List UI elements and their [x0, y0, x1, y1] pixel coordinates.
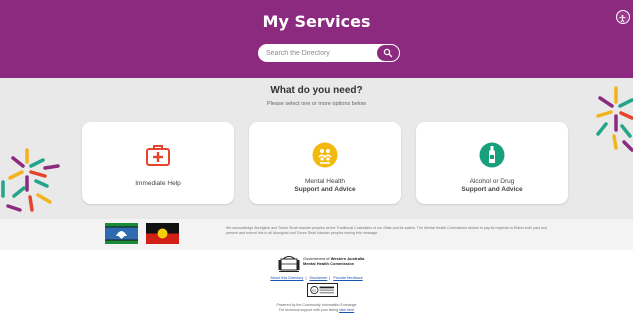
powered-line2: For technical support with your listing: [278, 307, 338, 312]
government-logo-text: Government of Western Australia Mental H…: [303, 256, 364, 266]
acknowledgement-text: We acknowledge Aboriginal and Torres Str…: [226, 226, 547, 235]
search-button[interactable]: [377, 45, 399, 61]
search-icon: [383, 48, 393, 58]
card-alcohol-or-drug[interactable]: Alcohol or Drug Support and Advice: [416, 122, 568, 204]
instruction-text: Please select one or more options below: [266, 101, 367, 107]
card-label-line1: Alcohol or Drug: [469, 178, 515, 185]
card-label: Immediate Help: [135, 180, 181, 187]
card-label: Alcohol or Drug Support and Advice: [416, 178, 568, 194]
wa-government-crest-icon: [278, 256, 300, 272]
accessibility-button[interactable]: [616, 10, 630, 24]
aboriginal-flag: [146, 223, 179, 244]
question-heading: What do you need?: [270, 85, 363, 96]
services-selector: What do you need? Please select one or m…: [0, 78, 633, 219]
torres-strait-islander-flag: [105, 223, 138, 244]
disclaimer-link[interactable]: Disclaimer: [310, 276, 328, 280]
people-support-icon: [312, 142, 338, 168]
search-input[interactable]: [266, 44, 376, 62]
svg-text:cc: cc: [312, 288, 316, 292]
card-label-line1: Mental Health: [304, 178, 346, 185]
support-link[interactable]: click here: [339, 308, 354, 312]
creative-commons-badge: cc: [307, 283, 338, 297]
gov-line2: Mental Health Commission: [303, 261, 355, 266]
decorative-sparkle-left: [1, 148, 60, 212]
powered-by-text: Powered by the Community Information Exc…: [0, 303, 633, 312]
bottle-icon: [479, 142, 505, 168]
header-banner: My Services: [0, 0, 633, 78]
card-immediate-help[interactable]: Immediate Help: [82, 122, 234, 204]
acknowledgement-band: We acknowledge Aboriginal and Torres Str…: [0, 219, 633, 250]
card-label-line2: Support and Advice: [294, 186, 356, 193]
feedback-link[interactable]: Provide feedback: [333, 276, 362, 280]
page-title: My Services: [262, 12, 371, 31]
search-bar: [258, 44, 400, 62]
footer: Government of Western Australia Mental H…: [0, 250, 633, 313]
first-aid-kit-icon: [146, 145, 170, 166]
card-label-line2: Support and Advice: [461, 186, 523, 193]
card-label: Mental Health Support and Advice: [249, 178, 401, 194]
card-mental-health[interactable]: Mental Health Support and Advice: [249, 122, 401, 204]
footer-links: About this Directory | Disclaimer | Provid…: [270, 276, 363, 280]
accessibility-icon: [619, 15, 626, 23]
about-link[interactable]: About this Directory: [270, 276, 303, 280]
